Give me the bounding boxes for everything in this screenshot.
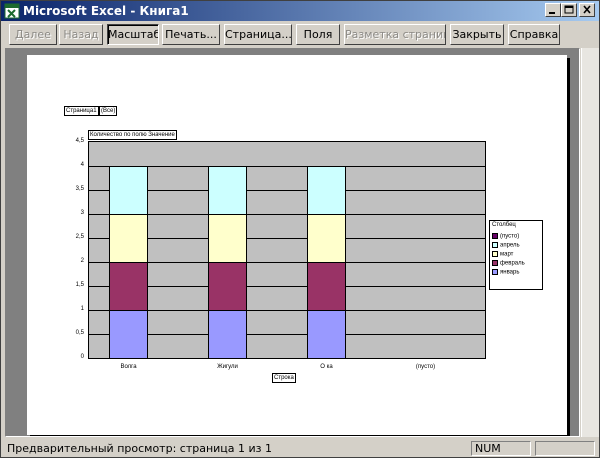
data-field-label: Количество по полю Значение — [90, 132, 175, 138]
status-cell-empty — [535, 441, 595, 456]
bar-segment[interactable] — [109, 166, 148, 215]
gridline — [89, 238, 485, 239]
zoom-button[interactable]: Масштаб — [107, 24, 159, 45]
preview-page[interactable]: Страница1 (Все) Количество по полю Значе… — [27, 55, 567, 435]
y-tick-label: 2 — [80, 258, 84, 264]
page-break-preview-button[interactable]: Разметка страницы — [344, 24, 446, 45]
legend-swatch — [492, 269, 498, 275]
bar-segment[interactable] — [109, 262, 148, 311]
plot-area[interactable] — [88, 141, 486, 359]
legend-item[interactable]: февраль — [492, 260, 525, 269]
bar-segment[interactable] — [109, 310, 148, 359]
maximize-button[interactable] — [561, 3, 577, 17]
legend-title: Столбец — [492, 222, 516, 228]
legend-label: февраль — [500, 260, 525, 267]
gridline — [89, 214, 485, 215]
bar-segment[interactable] — [208, 310, 247, 359]
page-field-button[interactable]: Страница1 — [64, 106, 99, 116]
legend-label: март — [500, 251, 514, 258]
row-field-label: Строка — [274, 375, 294, 381]
gridline — [89, 334, 485, 335]
data-field-button[interactable]: Количество по полю Значение — [88, 130, 177, 140]
y-tick-label: 2,5 — [75, 234, 84, 240]
x-tick-label: Жигули — [217, 364, 238, 370]
legend-swatch — [492, 251, 498, 257]
print-button[interactable]: Печать... — [162, 24, 220, 45]
legend[interactable]: Столбец (пусто) апрель март февраль январь — [489, 220, 543, 290]
title-bar[interactable]: Microsoft Excel - Книга1 — [1, 1, 599, 21]
status-text: Предварительный просмотр: страница 1 из … — [7, 442, 272, 455]
page-field-value-label: (Все) — [101, 108, 116, 114]
legend-swatch — [492, 233, 498, 239]
excel-window: Microsoft Excel - Книга1 Далее Назад Мас… — [0, 0, 600, 458]
bar-segment[interactable] — [208, 214, 247, 263]
legend-swatch — [492, 242, 498, 248]
help-button[interactable]: Справка — [508, 24, 560, 45]
page-setup-button[interactable]: Страница... — [224, 24, 292, 45]
page-field-value[interactable]: (Все) — [99, 106, 118, 116]
page-field-label: Страница1 — [66, 108, 97, 114]
close-icon — [583, 5, 591, 14]
y-tick-label: 1,5 — [75, 282, 84, 288]
preview-toolbar: Далее Назад Масштаб Печать... Страница..… — [1, 22, 599, 48]
legend-item[interactable]: январь — [492, 269, 519, 278]
gridline — [89, 310, 485, 311]
y-tick-label: 1 — [80, 306, 84, 312]
vertical-scrollbar[interactable] — [581, 48, 599, 437]
gridline — [89, 286, 485, 287]
legend-label: январь — [500, 269, 520, 276]
y-tick-label: 4,5 — [75, 138, 84, 144]
x-tick-label: Волга — [120, 364, 137, 370]
num-lock-label: NUM — [475, 442, 501, 455]
legend-item[interactable]: апрель — [492, 242, 520, 251]
minimize-button[interactable] — [545, 3, 561, 17]
num-lock-indicator: NUM — [471, 441, 531, 456]
bar-segment[interactable] — [307, 214, 346, 263]
bar-segment[interactable] — [208, 262, 247, 311]
status-bar: Предварительный просмотр: страница 1 из … — [1, 439, 599, 458]
x-tick-label: (пусто) — [415, 364, 436, 370]
y-tick-label: 0 — [80, 354, 84, 360]
minimize-icon — [549, 12, 555, 14]
gridline — [89, 262, 485, 263]
legend-label: (пусто) — [500, 233, 520, 240]
legend-swatch — [492, 260, 498, 266]
y-tick-label: 3 — [80, 210, 84, 216]
y-tick-label: 4 — [80, 162, 84, 168]
excel-icon — [4, 3, 20, 19]
bar-segment[interactable] — [109, 214, 148, 263]
bar-segment[interactable] — [208, 166, 247, 215]
y-tick-label: 0,5 — [75, 330, 84, 336]
legend-item[interactable]: (пусто) — [492, 233, 519, 242]
bar-segment[interactable] — [307, 262, 346, 311]
maximize-icon — [564, 5, 574, 14]
gridline — [89, 166, 485, 167]
legend-label: апрель — [500, 242, 520, 249]
legend-item[interactable]: март — [492, 251, 513, 260]
next-button[interactable]: Далее — [9, 24, 57, 45]
close-preview-button[interactable]: Закрыть — [450, 24, 504, 45]
preview-area: Страница1 (Все) Количество по полю Значе… — [5, 48, 580, 437]
y-tick-label: 3,5 — [75, 186, 84, 192]
close-button[interactable] — [579, 3, 595, 17]
gridline — [89, 190, 485, 191]
x-tick-label: О ка — [320, 364, 333, 370]
window-title: Microsoft Excel - Книга1 — [23, 4, 189, 18]
row-field-button[interactable]: Строка — [272, 373, 296, 383]
bar-segment[interactable] — [307, 166, 346, 215]
bar-segment[interactable] — [307, 310, 346, 359]
margins-button[interactable]: Поля — [296, 24, 340, 45]
previous-button[interactable]: Назад — [59, 24, 103, 45]
